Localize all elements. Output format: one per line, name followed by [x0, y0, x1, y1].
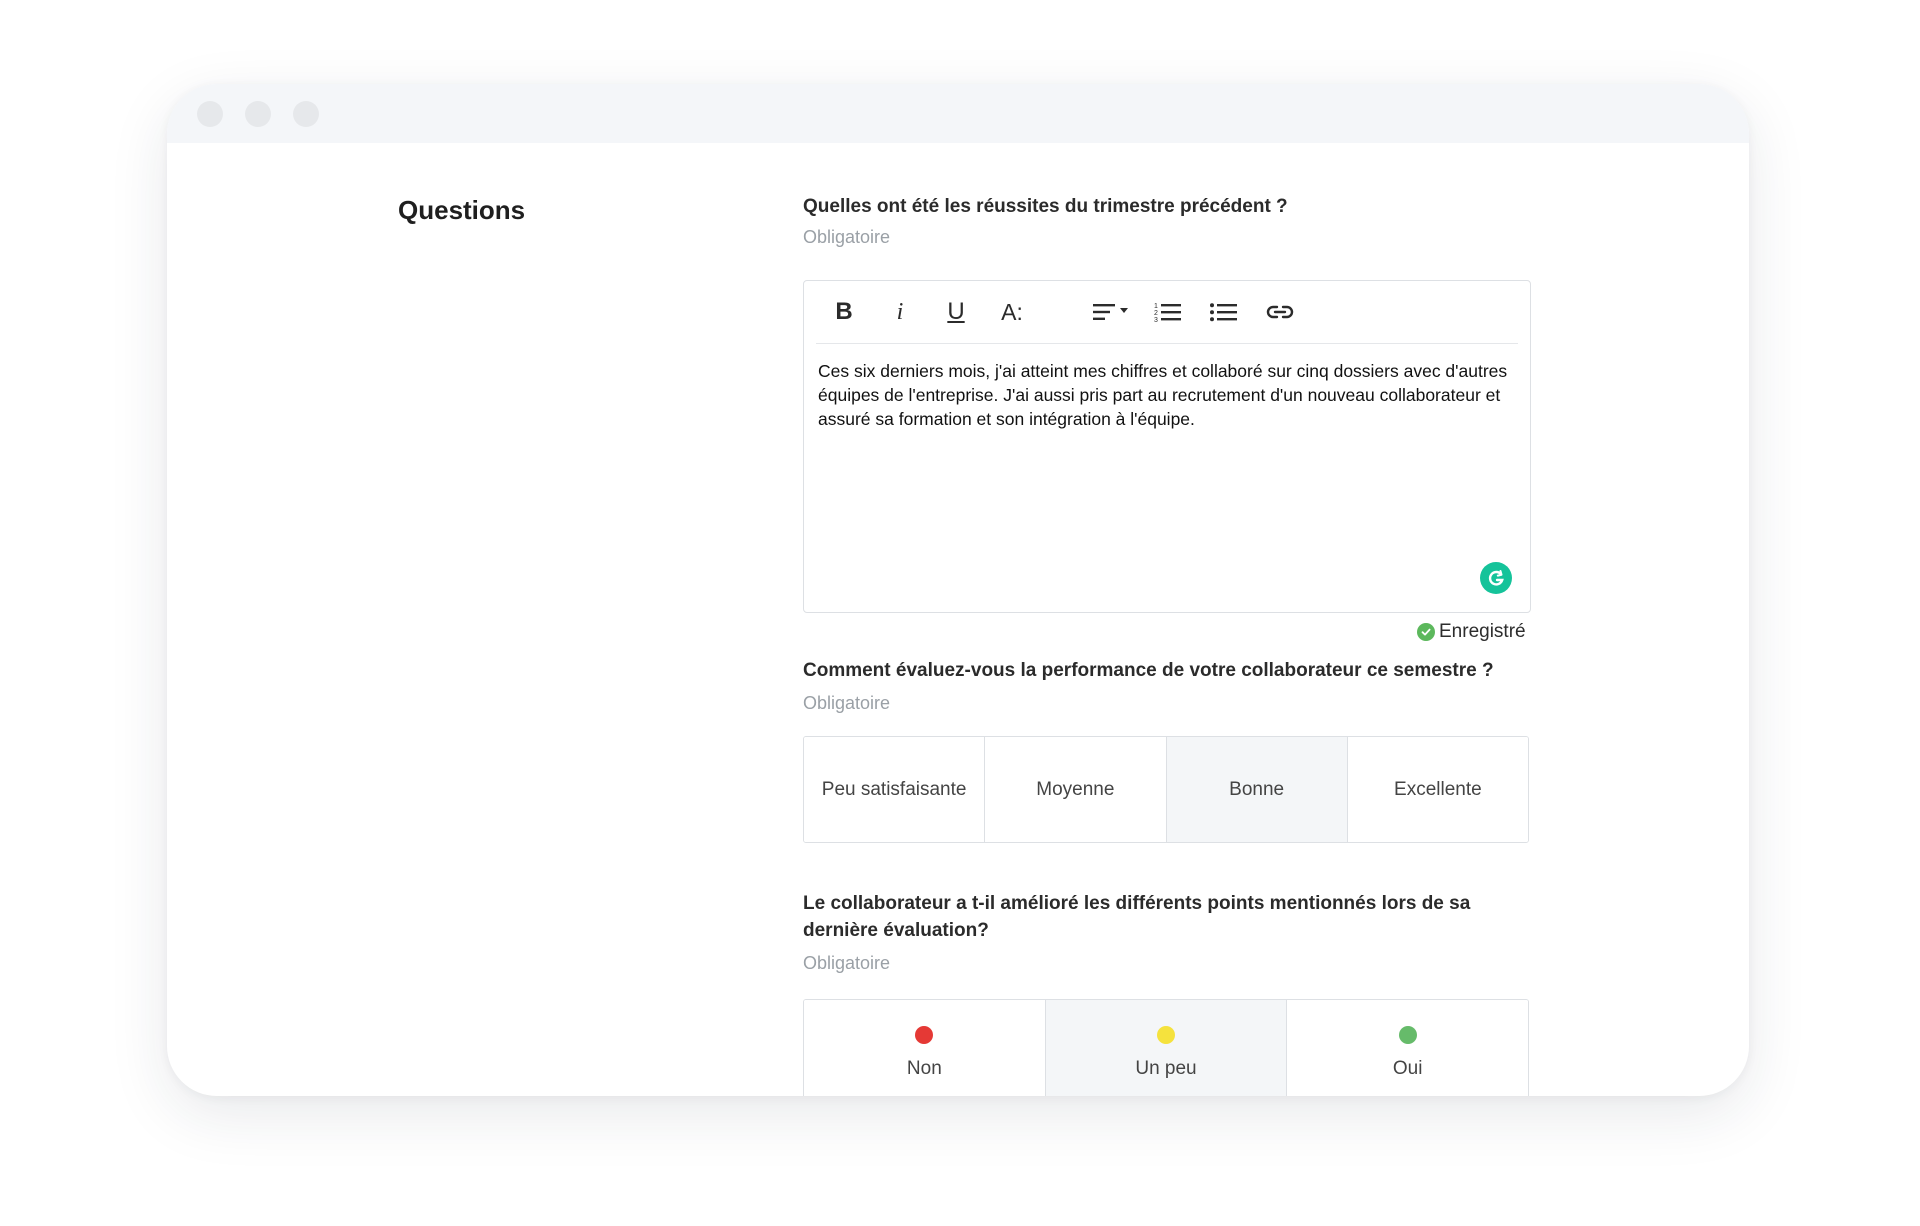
font-size-button[interactable]: A: [994, 296, 1030, 328]
improvement-option-non[interactable]: Non [804, 1000, 1046, 1096]
improvement-option-oui[interactable]: Oui [1287, 1000, 1528, 1096]
svg-text:1: 1 [1154, 303, 1158, 310]
improvement-option-un-peu[interactable]: Un peu [1045, 1000, 1288, 1096]
svg-text:3: 3 [1154, 317, 1158, 324]
editor-text-area[interactable]: Ces six derniers mois, j'ai atteint mes … [818, 359, 1508, 431]
improvement-options: Non Un peu Oui [803, 999, 1529, 1096]
saved-label: Enregistré [1439, 621, 1526, 642]
align-dropdown-button[interactable] [1090, 296, 1134, 328]
red-dot-icon [915, 1026, 934, 1044]
rating-option-bonne[interactable]: Bonne [1166, 737, 1348, 842]
window-minimize-dot[interactable] [245, 101, 271, 127]
question-3-required: Obligatoire [803, 953, 891, 973]
window-titlebar [167, 84, 1749, 143]
rating-option-moyenne[interactable]: Moyenne [985, 737, 1167, 842]
ordered-list-button[interactable]: 1 2 3 [1150, 296, 1186, 328]
ordered-list-icon: 1 2 3 [1154, 303, 1181, 324]
page-content: Questions Quelles ont été les réussites … [167, 143, 1749, 1096]
section-title: Questions [398, 195, 526, 225]
browser-window: Questions Quelles ont été les réussites … [167, 84, 1749, 1096]
check-circle-icon [1417, 623, 1435, 641]
question-1-required: Obligatoire [803, 227, 891, 247]
saved-status: Enregistré [1417, 621, 1526, 643]
window-maximize-dot[interactable] [293, 101, 319, 127]
bullet-list-icon [1210, 303, 1237, 322]
question-2-title: Comment évaluez-vous la performance de v… [803, 660, 1494, 681]
bold-button[interactable]: B [826, 296, 862, 328]
rating-option-peu-satisfaisante[interactable]: Peu satisfaisante [804, 737, 986, 842]
yellow-dot-icon [1157, 1026, 1175, 1044]
link-button[interactable] [1262, 296, 1298, 328]
italic-button[interactable]: i [882, 296, 918, 328]
grammarly-icon[interactable] [1480, 562, 1512, 594]
question-1-title: Quelles ont été les réussites du trimest… [803, 196, 1288, 217]
question-3-title: Le collaborateur a t-il amélioré les dif… [803, 893, 1471, 941]
underline-button[interactable]: U [938, 296, 974, 328]
green-dot-icon [1398, 1026, 1417, 1044]
link-icon [1266, 305, 1294, 319]
align-left-icon [1093, 304, 1128, 320]
performance-rating: Peu satisfaisante Moyenne Bonne Excellen… [803, 736, 1529, 843]
option-label: Non [906, 1058, 942, 1079]
rich-text-editor[interactable]: B i U A: 1 2 3 Ces six derniers mois, j'… [803, 280, 1531, 613]
editor-toolbar: B i U A: 1 2 3 [816, 281, 1518, 344]
svg-text:2: 2 [1154, 310, 1158, 317]
option-label: Un peu [1135, 1058, 1197, 1079]
option-label: Oui [1392, 1058, 1423, 1079]
bullet-list-button[interactable] [1206, 296, 1242, 328]
question-2-required: Obligatoire [803, 693, 891, 713]
window-close-dot[interactable] [197, 101, 223, 127]
rating-option-excellente[interactable]: Excellente [1347, 737, 1528, 842]
